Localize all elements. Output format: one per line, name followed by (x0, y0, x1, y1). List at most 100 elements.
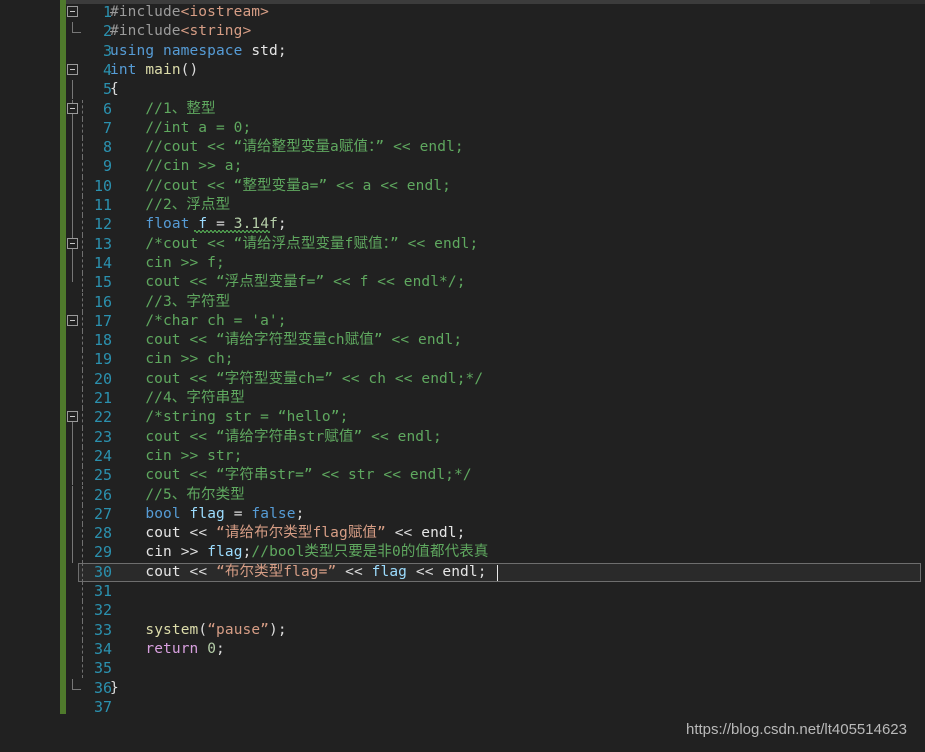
indent-guide (82, 253, 83, 274)
line-number: 20 (93, 369, 112, 388)
line-number-gutter (0, 0, 60, 752)
indent-guide (82, 138, 83, 158)
indent-guide (82, 639, 83, 660)
code-line-text: cout << “请给字符型变量ch赋值” << endl; (110, 332, 463, 349)
code-line-text: //int a = 0; (110, 119, 252, 136)
scope-guide-line (72, 138, 73, 158)
code-line[interactable]: 33 system(“pause”); (66, 620, 925, 640)
code-line[interactable]: 35 (66, 659, 925, 679)
watermark-url: https://blog.csdn.net/lt405514623 (685, 721, 907, 738)
indent-guide (82, 466, 83, 486)
code-line[interactable]: 26 //5、布尔类型 (66, 485, 925, 505)
code-line-text: cin >> f; (110, 254, 225, 271)
text-cursor (497, 564, 499, 581)
code-line[interactable]: 18 cout << “请给字符型变量ch赋值” << endl; (66, 331, 925, 351)
scope-guide-line (72, 446, 73, 467)
code-line[interactable]: 14 cin >> f; (66, 253, 925, 274)
code-line[interactable]: 34 return 0; (66, 639, 925, 660)
fold-toggle-13[interactable] (67, 237, 78, 249)
scope-guide-line (72, 504, 73, 525)
fold-toggle-6[interactable] (67, 102, 78, 114)
code-line-text: using namespace std; (110, 42, 287, 59)
code-line-text: //4、字符串型 (110, 390, 245, 406)
line-number: 30 (93, 562, 112, 581)
code-line[interactable]: 15 cout << “浮点型变量f=” << f << endl*/; (66, 273, 925, 293)
code-line[interactable]: 21 //4、字符串型 (66, 389, 925, 409)
indent-guide (82, 99, 83, 119)
scope-guide-line (72, 485, 73, 505)
scope-guide-line (72, 253, 73, 274)
scope-guide-line (72, 466, 73, 486)
code-line-text: //3、字符型 (110, 293, 231, 310)
indent-guide (82, 408, 83, 428)
code-line-text: cout << “字符型变量ch=” << ch << endl;*/ (110, 370, 484, 387)
code-line[interactable]: 37 (66, 698, 925, 717)
code-line[interactable]: 36} (66, 678, 925, 698)
code-text-area[interactable]: 1 #include<iostream> 2 #include<string> 3 usi… (66, 0, 925, 752)
code-line[interactable]: 13 /*cout << “请给浮点型变量f赋值：” << endl; (66, 234, 925, 254)
fold-toggle-17[interactable] (67, 314, 78, 326)
code-line[interactable]: 25 cout << “字符串str=” << str << endl;*/ (66, 466, 925, 486)
indent-guide (82, 331, 83, 351)
code-line-text: { (110, 81, 119, 98)
indent-guide (82, 524, 83, 544)
scope-guide-line (72, 524, 73, 544)
indent-guide (82, 543, 83, 563)
code-line[interactable]: 22 /*string str = “hello”; (66, 408, 925, 429)
code-line[interactable]: 19 cin >> ch; (66, 350, 925, 370)
error-squiggle (194, 230, 270, 234)
code-line[interactable]: 32 (66, 601, 925, 621)
scope-guide-line (72, 176, 73, 196)
code-line[interactable]: 12 float f = 3.14f; (66, 215, 925, 235)
code-line[interactable]: 20 cout << “字符型变量ch=” << ch << endl;*/ (66, 369, 925, 389)
indent-guide (82, 176, 83, 196)
code-line[interactable]: 4 int main() (66, 61, 925, 80)
indent-guide (82, 234, 83, 254)
code-editor[interactable]: 1 #include<iostream> 2 #include<string> 3 usi… (0, 0, 925, 752)
code-line[interactable]: 27 bool flag = false; (66, 504, 925, 525)
code-line[interactable]: 31 (66, 582, 925, 602)
code-line[interactable]: 17 /*char ch = 'a'; (66, 311, 925, 332)
code-line-text: /*string str = “hello”; (110, 409, 349, 426)
code-line-text: cout << “浮点型变量f=” << f << endl*/; (110, 274, 466, 291)
code-line[interactable]: 5{ (66, 80, 925, 100)
code-line-text: cout << “字符串str=” << str << endl;*/ (110, 467, 472, 484)
code-line[interactable]: 30 cout << “布尔类型flag=” << flag << endl; (66, 562, 925, 582)
fold-toggle-1[interactable] (67, 6, 78, 17)
indent-guide (82, 427, 83, 447)
line-number: 31 (93, 582, 112, 600)
line-number: 16 (93, 292, 112, 311)
scope-guide-line (72, 157, 73, 177)
code-line[interactable]: 6 //1、整型 (66, 99, 925, 119)
indent-guide (82, 118, 83, 139)
code-line[interactable]: 10 //cout << “整型变量a=” << a << endl; (66, 176, 925, 196)
code-line[interactable]: 9 //cin >> a; (66, 157, 925, 177)
code-line-text: //1、整型 (110, 100, 216, 117)
scope-guide-line (72, 273, 73, 283)
line-number: 18 (93, 331, 112, 350)
code-line[interactable]: 3 using namespace std; (66, 42, 925, 61)
indent-guide (82, 311, 83, 332)
code-line[interactable]: 11 //2、浮点型 (66, 196, 925, 216)
code-line[interactable]: 16 //3、字符型 (66, 292, 925, 312)
code-line[interactable]: 2 #include<string> (66, 22, 925, 41)
indent-guide (82, 620, 83, 640)
code-line-text: system(“pause”); (145, 621, 287, 638)
fold-toggle-22[interactable] (67, 411, 78, 423)
indent-guide (82, 292, 83, 312)
code-line[interactable]: 29 cin >> flag;//bool类型只要是非0的值都代表真 (66, 543, 925, 563)
code-line[interactable]: 23 cout << “请给字符串str赋值” << endl; (66, 427, 925, 447)
code-line[interactable]: 7 //int a = 0; (66, 118, 925, 139)
code-line-text: /*cout << “请给浮点型变量f赋值：” << endl; (110, 235, 479, 252)
code-line[interactable]: 8 //cout << “请给整型变量a赋值：” << endl; (66, 138, 925, 158)
scope-guide-line (72, 427, 73, 447)
fold-toggle-4[interactable] (67, 63, 78, 75)
code-line-text: cin >> ch; (110, 351, 234, 368)
code-line[interactable]: 1 #include<iostream> (66, 3, 925, 22)
scope-guide-line (72, 215, 73, 235)
code-line[interactable]: 24 cin >> str; (66, 446, 925, 467)
indent-guide (82, 659, 83, 679)
code-line-text: } (110, 679, 119, 696)
line-number: 21 (93, 389, 112, 407)
code-line[interactable]: 28 cout << “请给布尔类型flag赋值” << endl; (66, 524, 925, 544)
